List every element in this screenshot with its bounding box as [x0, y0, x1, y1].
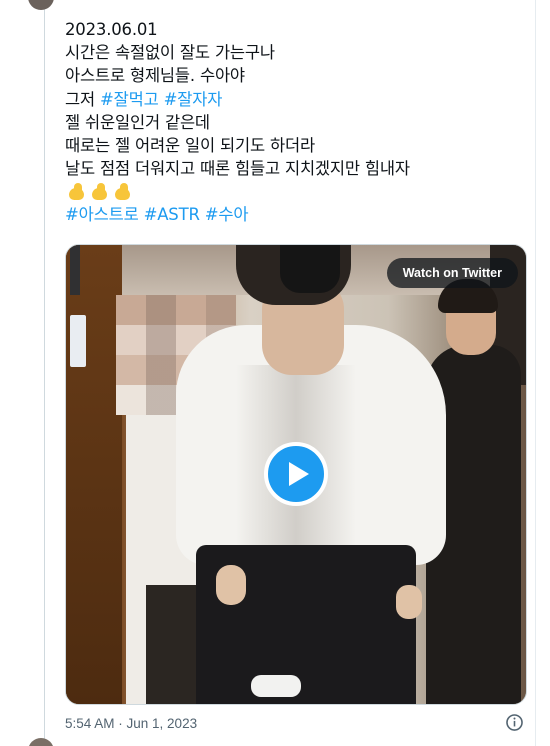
video-frame-detail [66, 245, 122, 704]
hashtag-link[interactable]: #수아 [205, 205, 249, 224]
info-icon[interactable] [505, 713, 524, 732]
video-frame-detail [70, 315, 86, 367]
tweet-line: 그저 #잘먹고 #잘자자 [65, 88, 535, 111]
video-frame-detail [396, 585, 422, 619]
avatar[interactable] [28, 0, 54, 10]
watch-on-twitter-button[interactable]: Watch on Twitter [386, 258, 518, 288]
flexed-biceps-icon [88, 182, 110, 202]
play-button[interactable] [264, 442, 328, 506]
tweet-line-prefix: 그저 [65, 89, 101, 109]
tweet-line: 때로는 젤 어려운 일이 되기도 하더라 [65, 136, 315, 156]
tweet-timestamp[interactable]: 5:54 AM · Jun 1, 2023 [65, 716, 197, 731]
video-frame-detail [251, 675, 301, 697]
flexed-biceps-icon [65, 182, 87, 202]
tweet-line: 아스트로 형제님들. 수아야 [65, 66, 245, 86]
hashtag-link[interactable]: #잘먹고 [100, 90, 159, 109]
tweet-date-line: 2023.06.01 [65, 20, 158, 39]
tweet-body: 2023.06.01 시간은 속절없이 잘도 가는구나 아스트로 형제님들. 수… [65, 18, 535, 227]
avatar[interactable] [28, 738, 54, 746]
hashtag-link[interactable]: #ASTR [144, 205, 200, 224]
video-frame-detail [70, 245, 80, 295]
video-frame-detail [216, 565, 246, 605]
tweet-text: 2023.06.01 시간은 속절없이 잘도 가는구나 아스트로 형제님들. 수… [65, 18, 535, 227]
card-border [535, 0, 536, 746]
thread-line [44, 0, 45, 746]
play-icon [288, 462, 309, 486]
hashtag-link[interactable]: #잘자자 [164, 90, 223, 109]
video-player[interactable]: Watch on Twitter [65, 244, 527, 705]
hashtag-link[interactable]: #아스트로 [65, 205, 139, 224]
tweet-line: 시간은 속절없이 잘도 가는구나 [65, 43, 275, 63]
tweet-line: 날도 점점 더워지고 때론 힘들고 지치겠지만 힘내자 [65, 159, 410, 179]
video-frame-detail [280, 245, 340, 293]
emoji-row [65, 180, 535, 203]
hashtag-line: #아스트로 #ASTR #수아 [65, 203, 535, 226]
flexed-biceps-icon [111, 182, 133, 202]
tweet-line: 젤 쉬운일인거 같은데 [65, 112, 210, 132]
